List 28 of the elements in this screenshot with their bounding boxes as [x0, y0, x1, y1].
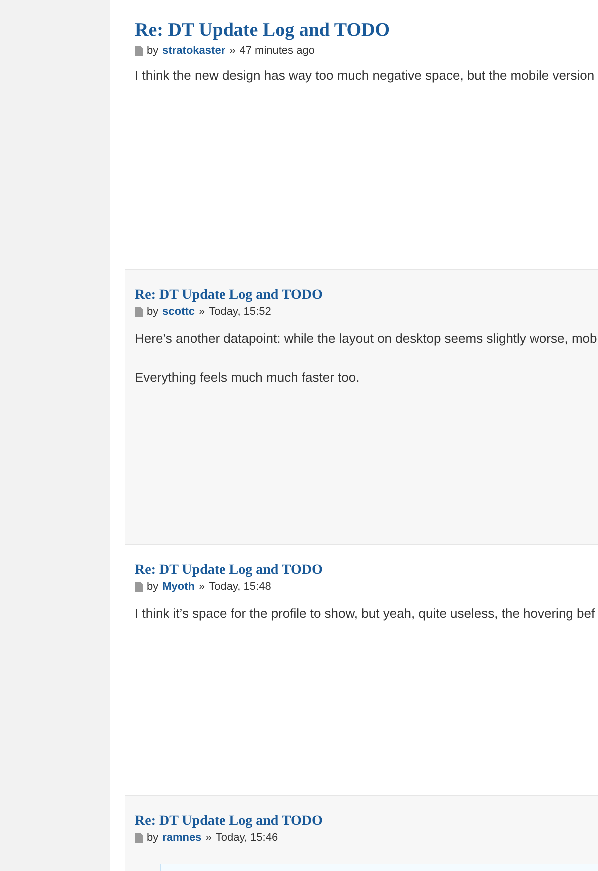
post-time: Today, 15:48: [209, 581, 272, 593]
by-label: by: [147, 45, 159, 57]
post-text: I think the new design has way too much negative space, but the mobile version: [135, 67, 595, 84]
post-text: I think it’s space for the profile to show, but yeah, quite useless, the hovering bef: [135, 605, 596, 622]
document-icon: [135, 833, 143, 843]
document-icon: [135, 307, 143, 317]
author-link[interactable]: scottc: [162, 306, 196, 318]
by-label: by: [147, 581, 159, 593]
post-time: Today, 15:46: [216, 832, 278, 844]
by-label: by: [147, 306, 159, 318]
post-title[interactable]: Re: DT Update Log and TODO: [135, 20, 390, 42]
document-icon: [135, 46, 143, 56]
post-title[interactable]: Re: DT Update Log and TODO: [135, 287, 323, 305]
author-link[interactable]: stratokaster: [162, 45, 226, 57]
post-time: 47 minutes ago: [240, 45, 315, 57]
post-title[interactable]: Re: DT Update Log and TODO: [135, 562, 323, 580]
post-title[interactable]: Re: DT Update Log and TODO: [135, 813, 323, 831]
author-link[interactable]: ramnes: [162, 832, 202, 844]
post-time: Today, 15:52: [209, 306, 272, 318]
post-text: Everything feels much much faster too.: [135, 369, 360, 386]
document-icon: [135, 582, 143, 592]
separator: »: [206, 832, 212, 844]
separator: »: [199, 581, 206, 593]
by-label: by: [147, 832, 159, 844]
post-text: Here’s another datapoint: while the layout on desktop seems slightly worse, mob: [135, 330, 598, 347]
author-link[interactable]: Myoth: [162, 581, 196, 593]
separator: »: [230, 45, 236, 57]
separator: »: [199, 306, 206, 318]
